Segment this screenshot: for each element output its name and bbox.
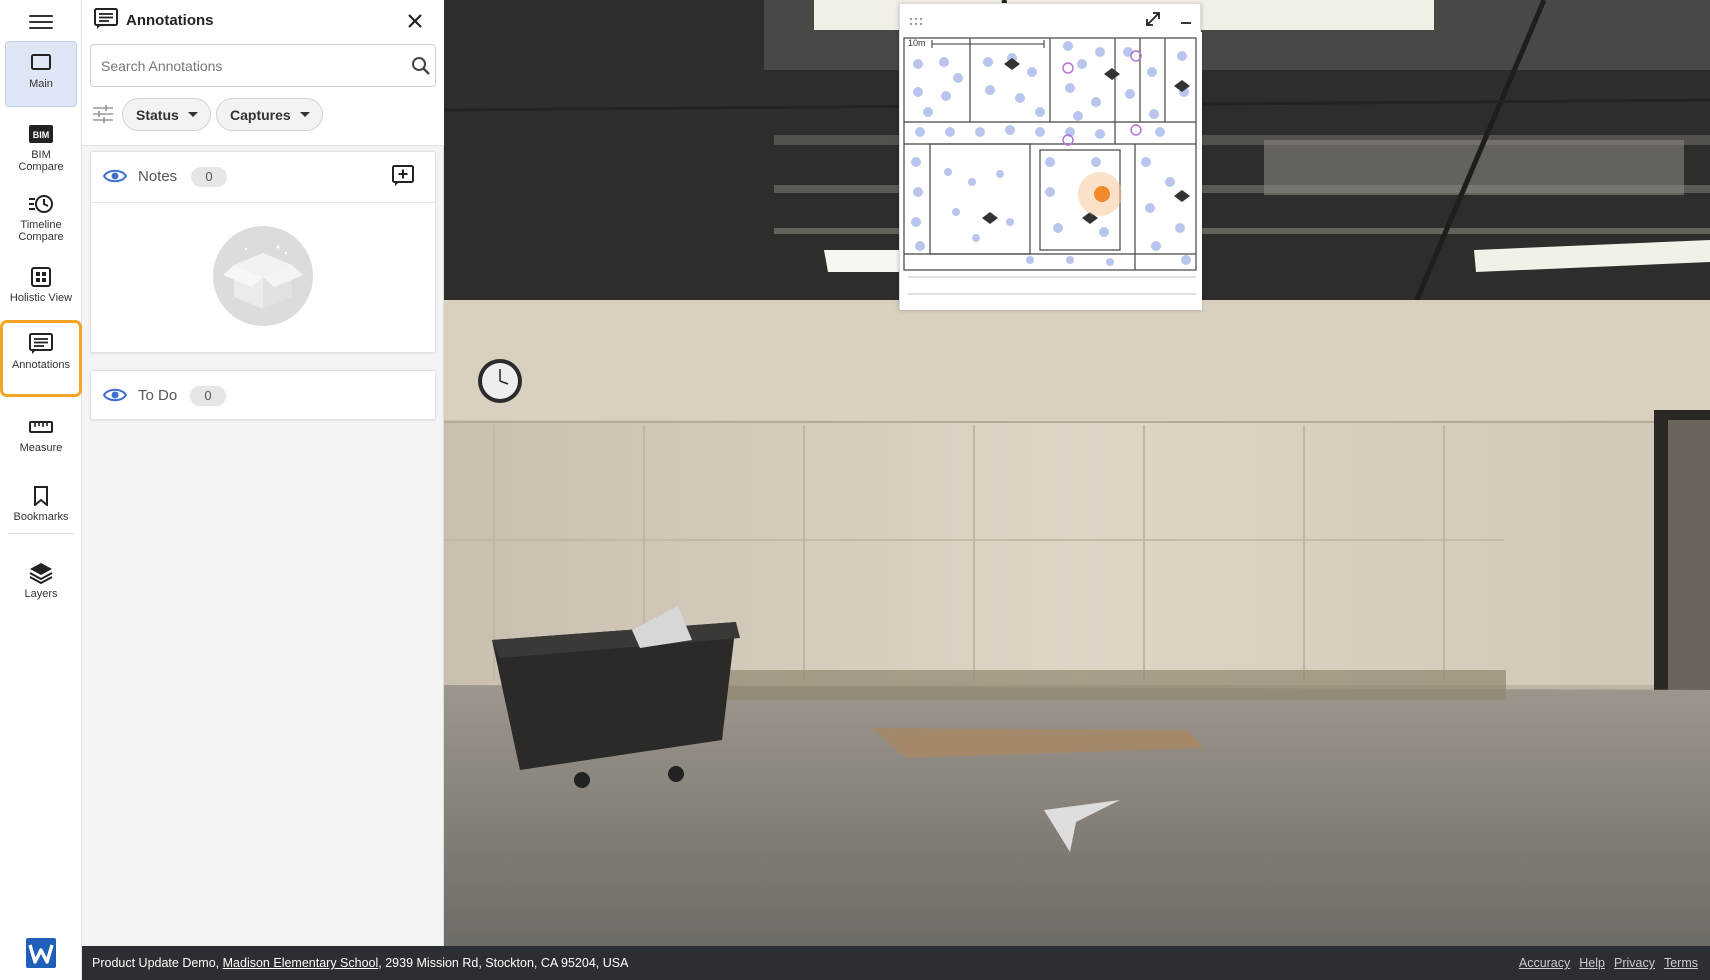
minimize-icon[interactable] bbox=[1179, 12, 1193, 26]
rail-item-label: Timeline Compare bbox=[18, 219, 64, 243]
accuracy-link[interactable]: Accuracy bbox=[1519, 956, 1570, 970]
eye-icon[interactable] bbox=[102, 167, 128, 185]
panel-title: Annotations bbox=[126, 12, 214, 29]
search-box bbox=[90, 44, 436, 87]
add-note-icon[interactable] bbox=[391, 165, 415, 187]
annotations-panel: Annotations Status Captures Notes bbox=[82, 0, 444, 946]
notes-card: Notes 0 bbox=[90, 151, 436, 353]
panorama-viewer[interactable]: 10m bbox=[444, 0, 1710, 946]
left-rail: Main BIM BIM Compare Timeline Compare Ho… bbox=[0, 0, 82, 980]
rail-item-label: Layers bbox=[24, 588, 58, 600]
rail-item-holistic-view[interactable]: Holistic View bbox=[5, 256, 77, 322]
ruler-icon bbox=[28, 414, 54, 440]
footer-bar: Product Update Demo, Madison Elementary … bbox=[82, 946, 1710, 980]
notes-count-badge: 0 bbox=[191, 167, 227, 187]
notes-title: Notes bbox=[138, 168, 178, 185]
project-name: Product Update Demo, bbox=[92, 956, 220, 970]
rail-item-label: Measure bbox=[19, 442, 63, 454]
rail-item-layers[interactable]: Layers bbox=[5, 552, 77, 618]
rail-item-main[interactable]: Main bbox=[5, 41, 77, 107]
rail-divider bbox=[8, 533, 74, 534]
annotation-icon bbox=[28, 331, 54, 357]
rail-item-bookmarks[interactable]: Bookmarks bbox=[5, 475, 77, 541]
rail-item-measure[interactable]: Measure bbox=[5, 406, 77, 472]
timeline-icon bbox=[28, 191, 54, 217]
captures-filter-label: Captures bbox=[230, 106, 291, 123]
rail-item-label: Bookmarks bbox=[13, 511, 69, 523]
help-link[interactable]: Help bbox=[1579, 956, 1605, 970]
todo-card-header: To Do 0 bbox=[91, 371, 435, 421]
site-address: , 2939 Mission Rd, Stockton, CA 95204, U… bbox=[378, 956, 629, 970]
eye-icon[interactable] bbox=[102, 386, 128, 404]
footer-links: Accuracy Help Privacy Terms bbox=[1519, 956, 1698, 970]
caret-down-icon bbox=[299, 112, 310, 117]
company-logo bbox=[26, 938, 56, 968]
todo-count-badge: 0 bbox=[190, 386, 226, 406]
grid-icon bbox=[28, 264, 54, 290]
floor-plan[interactable] bbox=[900, 32, 1202, 310]
rail-item-timeline-compare[interactable]: Timeline Compare bbox=[5, 183, 77, 249]
todo-title: To Do bbox=[138, 387, 178, 404]
rail-item-label: Annotations bbox=[11, 359, 71, 371]
card-divider bbox=[91, 202, 435, 203]
expand-icon[interactable] bbox=[1144, 10, 1162, 28]
layers-icon bbox=[28, 560, 54, 586]
rail-item-annotations[interactable]: Annotations bbox=[0, 320, 82, 397]
scale-label: 10m bbox=[908, 38, 926, 48]
drag-handle-icon[interactable] bbox=[909, 14, 923, 26]
minimap[interactable]: 10m bbox=[899, 3, 1202, 310]
terms-link[interactable]: Terms bbox=[1664, 956, 1698, 970]
filter-sliders-icon[interactable] bbox=[92, 104, 114, 124]
bim-icon: BIM bbox=[28, 121, 54, 147]
square-frame-icon bbox=[28, 50, 54, 76]
bookmark-icon bbox=[28, 483, 54, 509]
empty-box-icon bbox=[212, 225, 314, 327]
bim-badge-text: BIM bbox=[33, 130, 50, 140]
rail-item-label: Holistic View bbox=[9, 292, 73, 304]
annotation-icon bbox=[94, 8, 120, 32]
menu-icon[interactable] bbox=[29, 12, 53, 30]
captures-filter-dropdown[interactable]: Captures bbox=[216, 98, 323, 131]
rail-item-label: Main bbox=[29, 78, 53, 90]
status-filter-dropdown[interactable]: Status bbox=[122, 98, 211, 131]
rail-item-label: BIM Compare bbox=[18, 149, 64, 173]
panel-header: Annotations Status Captures bbox=[82, 0, 444, 146]
close-icon[interactable] bbox=[404, 10, 426, 32]
rail-item-bim-compare[interactable]: BIM BIM Compare bbox=[5, 113, 77, 179]
search-input[interactable] bbox=[91, 45, 391, 86]
status-filter-label: Status bbox=[136, 106, 179, 123]
todo-card: To Do 0 bbox=[90, 370, 436, 420]
search-icon[interactable] bbox=[411, 56, 431, 76]
caret-down-icon bbox=[187, 112, 198, 117]
privacy-link[interactable]: Privacy bbox=[1614, 956, 1655, 970]
site-link[interactable]: Madison Elementary School bbox=[223, 956, 379, 970]
notes-card-header: Notes 0 bbox=[91, 152, 435, 202]
